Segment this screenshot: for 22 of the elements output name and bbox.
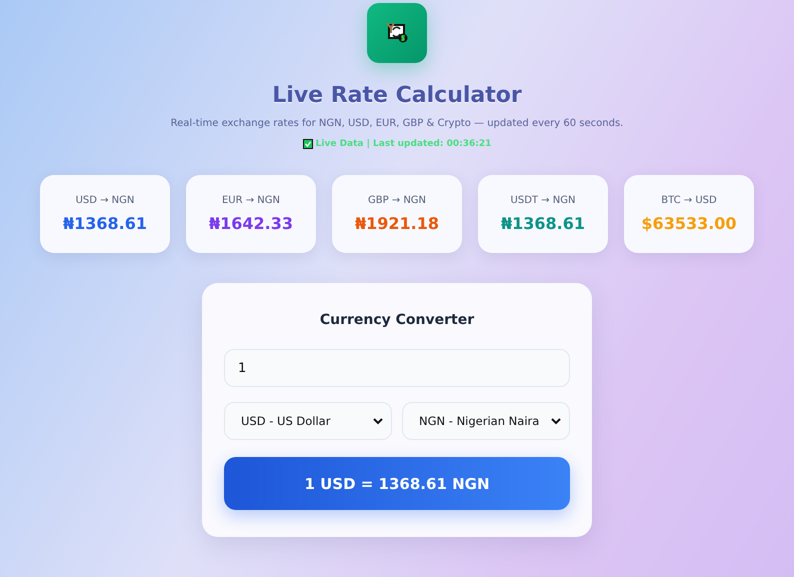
rate-value: $63533.00 [641,214,737,233]
currency-pair: USD → NGN [76,195,134,206]
status-text: Live Data | Last updated: 00:36:21 [316,139,492,149]
currency-pair: USDT → NGN [510,195,576,206]
from-currency-select[interactable]: USD - US Dollar [224,402,392,440]
converter-title: Currency Converter [318,311,476,329]
currency-pair: BTC → USD [661,195,717,206]
amount-field[interactable]: 1 [224,349,570,387]
check-icon [302,139,313,149]
currency-exchange-icon [385,21,409,45]
rate-value: ₦1642.33 [208,214,293,233]
rate-value: ₦1921.18 [354,214,439,233]
chevron-down-icon [373,418,383,424]
currency-pair: GBP → NGN [368,195,426,206]
page-title: Live Rate Calculator [272,83,522,109]
to-currency-select[interactable]: NGN - Nigerian Naira [402,402,570,440]
rate-value: ₦1368.61 [500,214,585,233]
chevron-down-icon [551,418,561,424]
page-subtitle: Real-time exchange rates for NGN, USD, EUR, GBP & Crypto — updated every 60 seconds. [170,117,624,130]
conversion-result: 1 USD = 1368.61 NGN [224,457,570,510]
currency-pair: EUR → NGN [222,195,280,206]
rate-value: ₦1368.61 [62,214,147,233]
